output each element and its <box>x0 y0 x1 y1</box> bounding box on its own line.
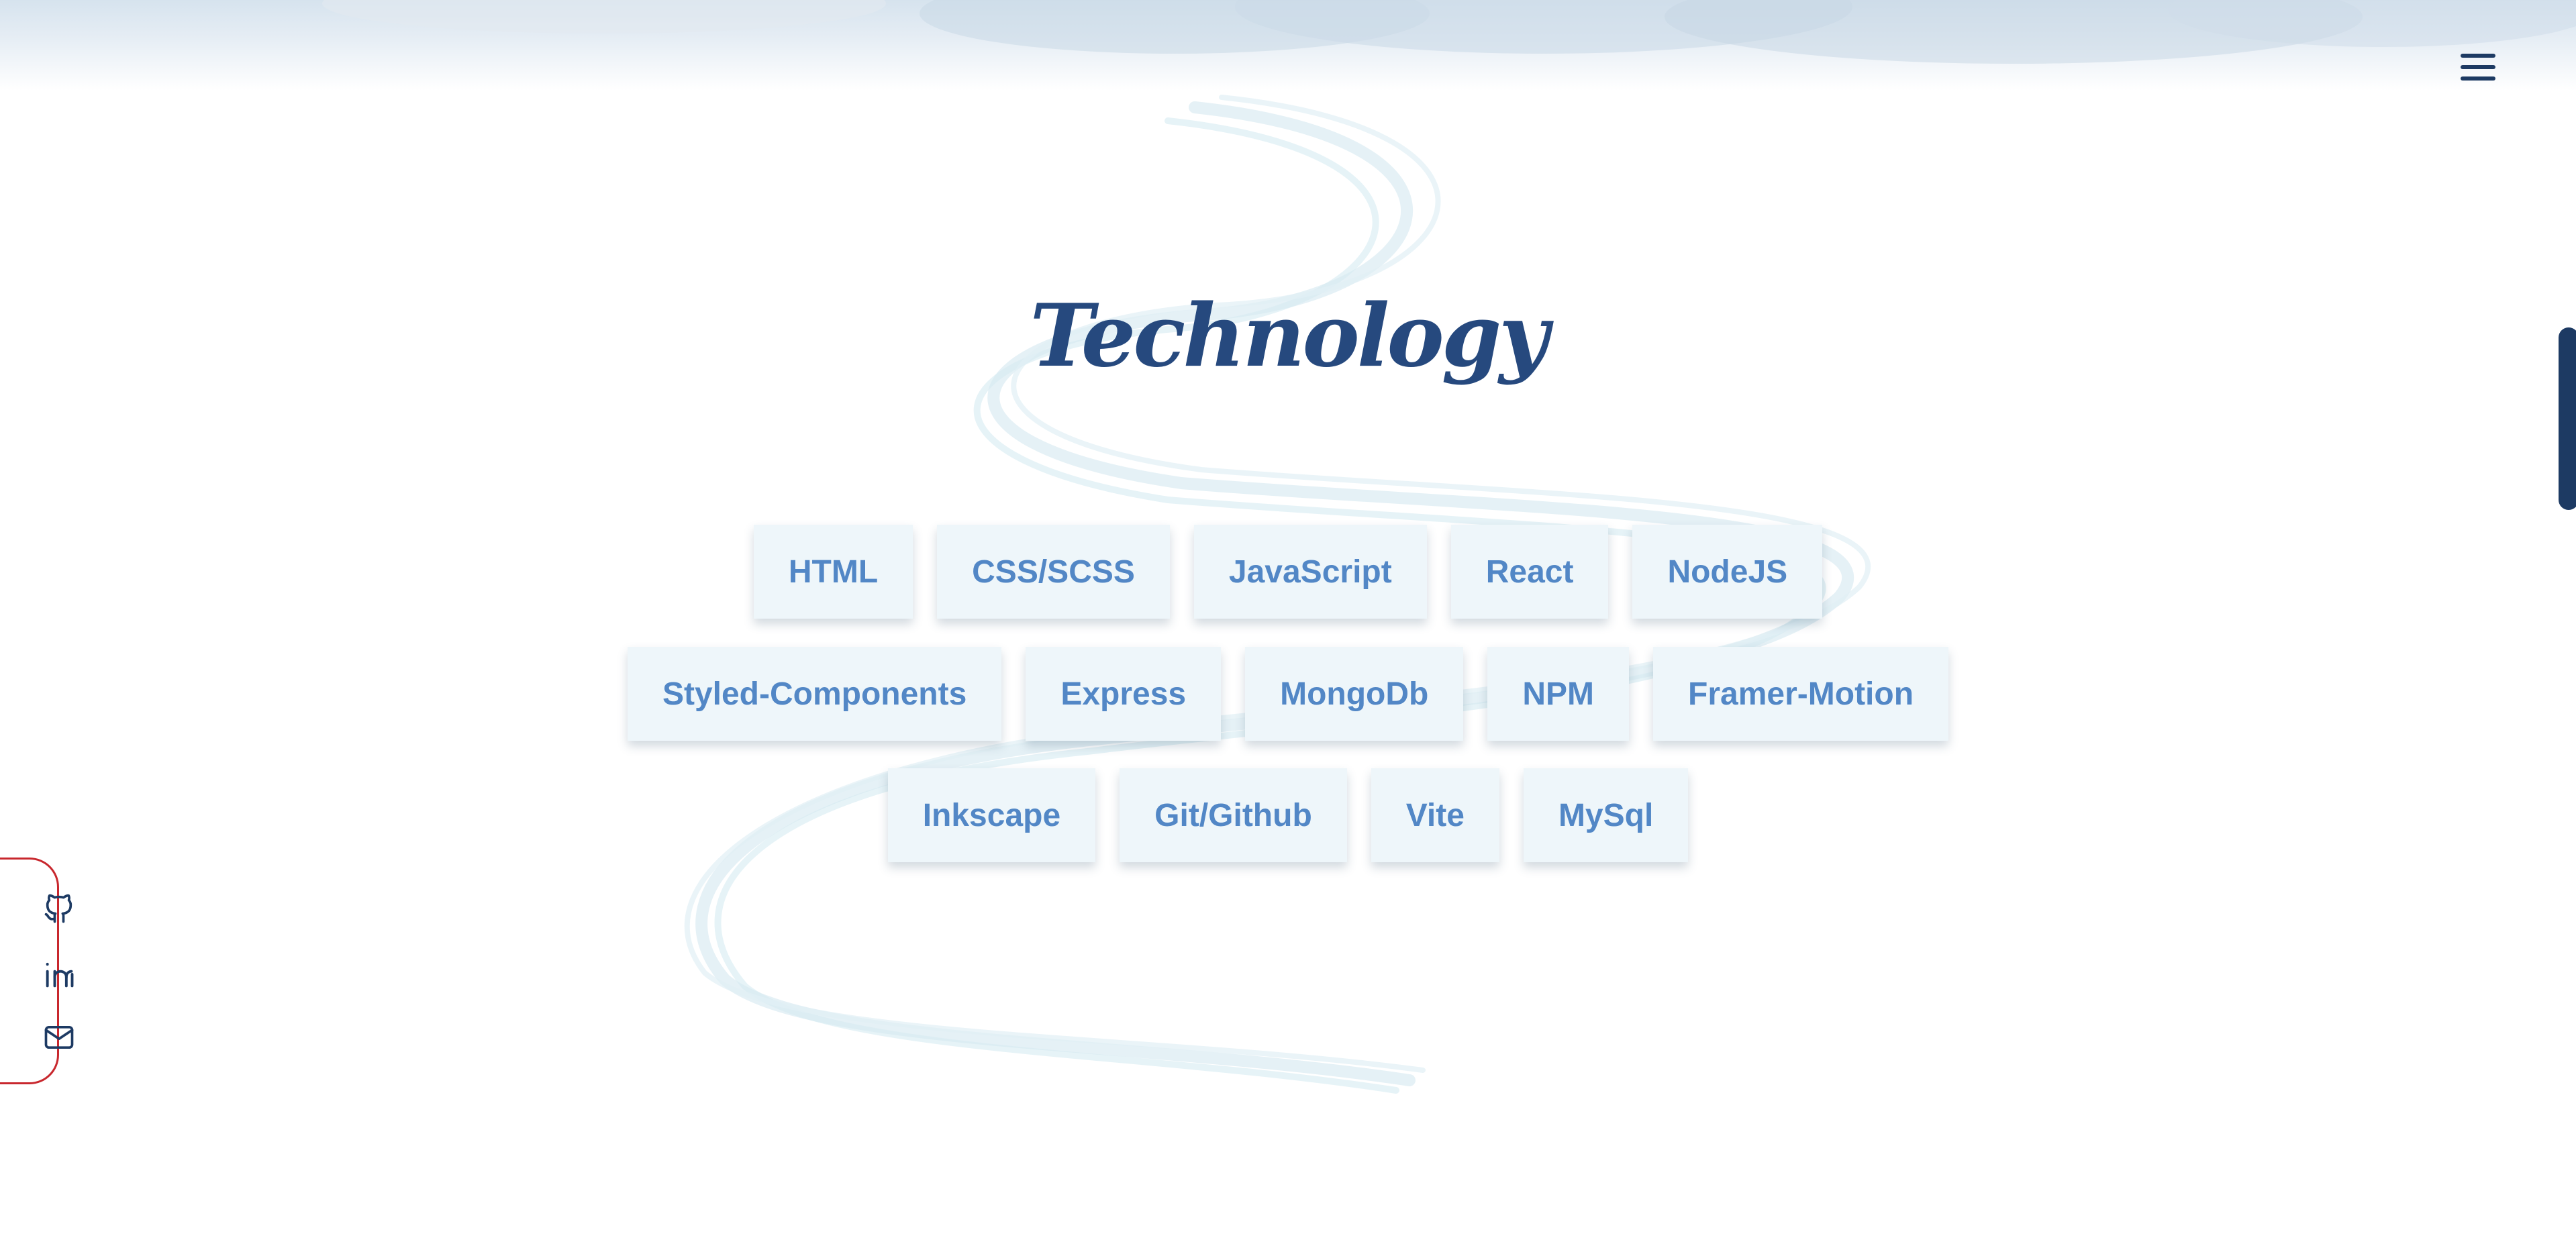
tech-chip-html: HTML <box>753 525 913 619</box>
tech-chip-nodejs: NodeJS <box>1632 525 1823 619</box>
tech-chip-styled-components: Styled-Components <box>627 647 1002 741</box>
scrollbar-thumb[interactable] <box>2559 327 2576 510</box>
mail-icon <box>44 1025 74 1049</box>
hamburger-menu-icon <box>2461 54 2495 81</box>
tech-chip-react: React <box>1450 525 1609 619</box>
tech-chip-inkscape: Inkscape <box>887 768 1096 862</box>
tech-chip-css-scss: CSS/SCSS <box>937 525 1170 619</box>
menu-button[interactable] <box>2459 48 2497 86</box>
linkedin-link[interactable] <box>40 955 78 993</box>
github-link[interactable] <box>40 890 78 927</box>
technology-row: Inkscape Git/Github Vite MySql <box>0 768 2576 862</box>
technology-row: HTML CSS/SCSS JavaScript React NodeJS <box>0 525 2576 619</box>
technology-row: Styled-Components Express MongoDb NPM Fr… <box>0 647 2576 741</box>
tech-chip-mongodb: MongoDb <box>1245 647 1464 741</box>
decorative-wave <box>684 95 1871 1094</box>
github-icon <box>44 894 72 923</box>
tech-chip-javascript: JavaScript <box>1193 525 1427 619</box>
tech-chip-mysql: MySql <box>1523 768 1689 862</box>
linkedin-icon <box>46 962 74 988</box>
tech-chip-git-github: Git/Github <box>1120 768 1347 862</box>
header-clouds <box>322 0 2576 64</box>
tech-chip-npm: NPM <box>1487 647 1630 741</box>
page-title: Technology <box>1030 286 1548 386</box>
email-link[interactable] <box>40 1019 78 1056</box>
tech-chip-framer-motion: Framer-Motion <box>1653 647 1949 741</box>
tech-chip-vite: Vite <box>1371 768 1499 862</box>
tech-chip-express: Express <box>1026 647 1222 741</box>
